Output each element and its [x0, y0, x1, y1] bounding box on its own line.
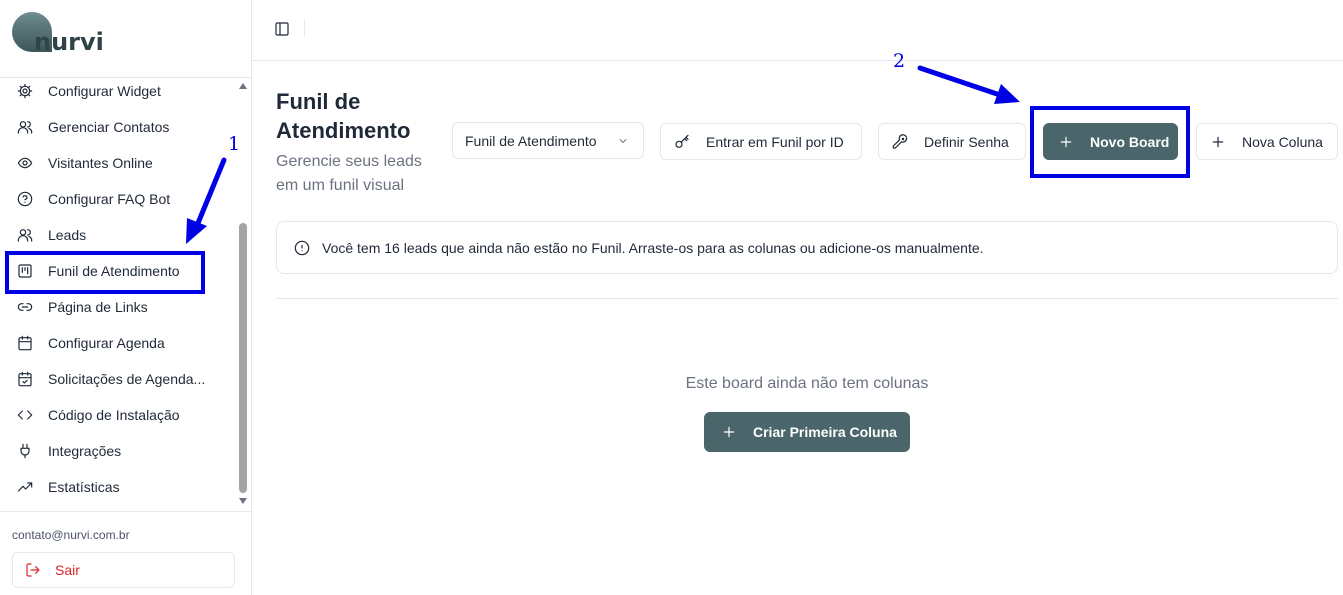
scroll-down-arrow-icon[interactable] — [239, 498, 247, 504]
leads-alert: Você tem 16 leads que ainda não estão no… — [276, 221, 1338, 274]
sidebar-toggle-button[interactable] — [272, 19, 292, 39]
sidebar-item-label: Gerenciar Contatos — [48, 119, 170, 135]
calendar-icon — [16, 335, 33, 352]
alert-message: Você tem 16 leads que ainda não estão no… — [322, 239, 984, 256]
sidebar-item-label: Código de Instalação — [48, 407, 180, 423]
create-first-column-label: Criar Primeira Coluna — [753, 424, 897, 440]
new-column-label: Nova Coluna — [1242, 133, 1323, 150]
arrow-to-new-board — [917, 65, 1020, 104]
page-subtitle: Gerencie seus leads em um funil visual — [276, 153, 422, 194]
sidebar-item-codigo-de-instalacao[interactable]: Código de Instalação — [0, 397, 236, 433]
user-email: contato@nurvi.com.br — [12, 528, 130, 542]
sidebar-item-solicitacoes-de-agenda[interactable]: Solicitações de Agenda... — [0, 361, 236, 397]
sidebar-footer-divider — [0, 511, 251, 512]
sidebar-item-integracoes[interactable]: Integrações — [0, 433, 236, 469]
sidebar-item-configurar-faq-bot[interactable]: Configurar FAQ Bot — [0, 181, 236, 217]
sidebar-item-label: Configurar Agenda — [48, 335, 165, 351]
set-password-button[interactable]: Definir Senha — [878, 123, 1026, 160]
code-icon — [16, 407, 33, 424]
set-password-label: Definir Senha — [924, 133, 1009, 150]
sidebar-item-pagina-de-links[interactable]: Página de Links — [0, 289, 236, 325]
annotation-step-2: 2 — [893, 50, 906, 72]
new-column-button[interactable]: Nova Coluna — [1196, 123, 1338, 160]
sidebar: nurvi Configurar Widget Gerenciar Contat… — [0, 0, 252, 595]
sidebar-item-gerenciar-contatos[interactable]: Gerenciar Contatos — [0, 109, 236, 145]
key-round-icon — [892, 133, 908, 149]
enter-funnel-label: Entrar em Funil por ID — [706, 133, 844, 150]
logout-label: Sair — [55, 562, 80, 578]
sidebar-item-label: Estatísticas — [48, 479, 120, 495]
plug-icon — [16, 443, 33, 460]
sidebar-item-estatisticas[interactable]: Estatísticas — [0, 469, 236, 505]
key-icon — [675, 134, 689, 148]
sidebar-item-label: Página de Links — [48, 299, 148, 315]
sidebar-item-configurar-agenda[interactable]: Configurar Agenda — [0, 325, 236, 361]
panel-left-icon — [275, 22, 289, 36]
highlight-new-board — [1030, 106, 1190, 178]
calendar-check-icon — [16, 371, 33, 388]
users-icon — [16, 119, 33, 136]
board-select[interactable]: Funil de Atendimento — [452, 122, 644, 159]
top-bar — [252, 0, 1343, 61]
trending-up-icon — [16, 479, 33, 496]
info-icon — [294, 240, 310, 255]
logout-icon — [26, 563, 40, 577]
sidebar-item-label: Leads — [48, 227, 87, 243]
brand-name: nurvi — [34, 28, 104, 56]
page-title: Funil de Atendimento — [276, 89, 411, 143]
sidebar-item-label: Integrações — [48, 443, 122, 459]
sidebar-item-configurar-widget[interactable]: Configurar Widget — [0, 73, 236, 109]
link-icon — [16, 299, 33, 316]
sidebar-item-leads[interactable]: Leads — [0, 217, 236, 253]
plus-icon — [1212, 136, 1224, 147]
help-circle-icon — [16, 191, 33, 208]
sidebar-item-label: Configurar FAQ Bot — [48, 191, 171, 207]
board-select-value: Funil de Atendimento — [465, 132, 597, 149]
sidebar-item-visitantes-online[interactable]: Visitantes Online — [0, 145, 236, 181]
chevron-down-icon — [619, 138, 627, 143]
logout-button[interactable]: Sair — [12, 552, 235, 588]
eye-icon — [16, 155, 33, 172]
nurvi-logo[interactable]: nurvi — [12, 12, 112, 56]
plus-icon — [723, 426, 735, 438]
scroll-up-arrow-icon[interactable] — [239, 83, 247, 89]
empty-board-message: Este board ainda não tem colunas — [685, 375, 929, 392]
create-first-column-button[interactable]: Criar Primeira Coluna — [704, 412, 910, 452]
sidebar-item-label: Solicitações de Agenda... — [48, 371, 206, 387]
highlight-funil-nav — [5, 251, 205, 294]
enter-funnel-by-id-button[interactable]: Entrar em Funil por ID — [660, 123, 862, 160]
sidebar-item-label: Visitantes Online — [48, 155, 153, 171]
sidebar-item-label: Configurar Widget — [48, 83, 161, 99]
gear-icon — [16, 83, 33, 100]
scroll-thumb[interactable] — [239, 223, 247, 493]
header-separator — [304, 20, 305, 37]
users-icon — [16, 227, 33, 244]
board-divider — [276, 298, 1338, 299]
annotation-step-1: 1 — [228, 133, 241, 155]
